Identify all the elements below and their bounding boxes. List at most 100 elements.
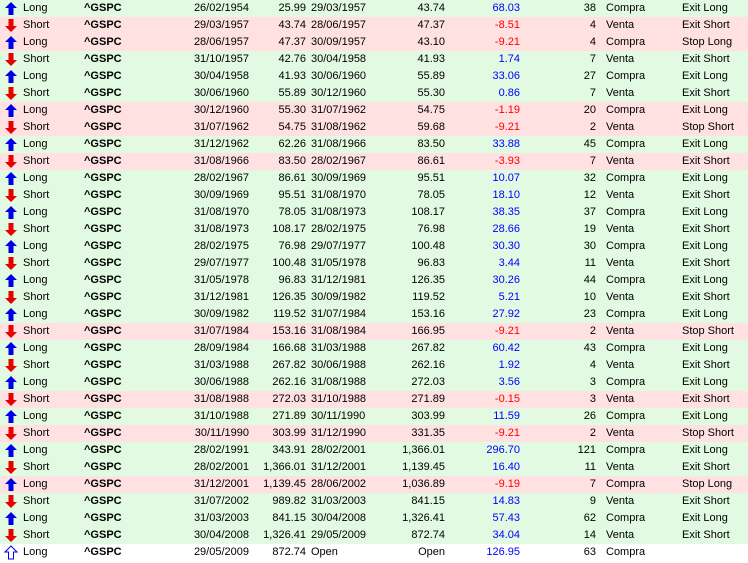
trade-side: Long <box>23 512 48 524</box>
trade-row[interactable]: Long ^GSPC 30/09/1982 119.52 31/07/1984 153.1… <box>0 306 748 323</box>
profit-percent: -9.21 <box>494 427 520 439</box>
profit-percent: 126.95 <box>486 546 520 558</box>
entry-price: 989.82 <box>272 495 306 507</box>
trade-row[interactable]: Long ^GSPC 28/02/1967 86.61 30/09/1969 95.51 1… <box>0 170 748 187</box>
direction-cell <box>0 357 22 374</box>
direction-cell <box>0 136 22 153</box>
entry-price: 25.99 <box>278 2 306 14</box>
trade-row[interactable]: Long ^GSPC 28/02/1975 76.98 29/07/1977 100.48… <box>0 238 748 255</box>
long-arrow-icon <box>5 240 17 253</box>
exit-type: Exit Long <box>682 444 728 456</box>
profit-percent: 3.44 <box>498 257 520 269</box>
exit-date: 31/10/1988 <box>311 393 367 405</box>
bars-held: 121 <box>577 444 596 456</box>
trade-row[interactable]: Short ^GSPC 31/07/1984 153.16 31/08/1984 166.… <box>0 323 748 340</box>
bars-held: 11 <box>584 461 596 473</box>
trade-row[interactable]: Short ^GSPC 29/03/1957 43.74 28/06/1957 47.37… <box>0 17 748 34</box>
trade-row[interactable]: Long ^GSPC 26/02/1954 25.99 29/03/1957 43.74 6… <box>0 0 748 17</box>
direction-cell <box>0 476 22 493</box>
profit-percent: -9.19 <box>494 478 520 490</box>
exit-price: 47.37 <box>417 19 445 31</box>
entry-action: Venta <box>606 121 635 133</box>
trade-row[interactable]: Long ^GSPC 31/05/1978 96.83 31/12/1981 126.35… <box>0 272 748 289</box>
trade-row[interactable]: Short ^GSPC 30/06/1960 55.89 30/12/1960 55.30… <box>0 85 748 102</box>
trade-row[interactable]: Long ^GSPC 31/12/1962 62.26 31/08/1966 83.50 3… <box>0 136 748 153</box>
trade-row[interactable]: Long ^GSPC 28/02/1991 343.91 28/02/2001 1,366… <box>0 442 748 459</box>
bars-held: 4 <box>589 19 596 31</box>
direction-cell <box>0 408 22 425</box>
trade-row[interactable]: Long ^GSPC 30/12/1960 55.30 31/07/1962 54.75 -… <box>0 102 748 119</box>
trade-row[interactable]: Short ^GSPC 30/11/1990 303.99 31/12/1990 331.… <box>0 425 748 442</box>
direction-cell <box>0 238 22 255</box>
trade-row[interactable]: Short ^GSPC 31/10/1957 42.76 30/04/1958 41.93… <box>0 51 748 68</box>
trade-row[interactable]: Short ^GSPC 31/03/1988 267.82 30/06/1988 262.… <box>0 357 748 374</box>
short-arrow-icon <box>5 495 17 508</box>
exit-date: 30/06/1988 <box>311 359 367 371</box>
trade-row[interactable]: Long ^GSPC 28/09/1984 166.68 31/03/1988 267.8… <box>0 340 748 357</box>
entry-price: 78.05 <box>278 206 306 218</box>
long-arrow-icon <box>5 342 17 355</box>
trade-row[interactable]: Long ^GSPC 31/03/2003 841.15 30/04/2008 1,326… <box>0 510 748 527</box>
trade-row[interactable]: Long ^GSPC 30/06/1988 262.16 31/08/1988 272.0… <box>0 374 748 391</box>
exit-price: 86.61 <box>417 155 445 167</box>
exit-date: 31/08/1973 <box>311 206 367 218</box>
trade-row[interactable]: Short ^GSPC 31/08/1988 272.03 31/10/1988 271.… <box>0 391 748 408</box>
entry-action: Compra <box>606 308 646 320</box>
entry-action: Compra <box>606 2 646 14</box>
bars-held: 23 <box>583 308 596 320</box>
trade-row[interactable]: Short ^GSPC 31/12/1981 126.35 30/09/1982 119.… <box>0 289 748 306</box>
trade-side: Long <box>23 546 48 558</box>
bars-held: 2 <box>589 325 596 337</box>
trade-row[interactable]: Short ^GSPC 29/07/1977 100.48 31/05/1978 96.8… <box>0 255 748 272</box>
trade-row[interactable]: Short ^GSPC 31/07/1962 54.75 31/08/1962 59.68… <box>0 119 748 136</box>
entry-date: 29/07/1977 <box>193 257 249 269</box>
trade-side: Long <box>23 274 48 286</box>
entry-date: 31/12/1962 <box>193 138 249 150</box>
exit-date: 30/09/1982 <box>311 291 367 303</box>
bars-held: 2 <box>589 121 596 133</box>
direction-cell <box>0 544 22 561</box>
direction-cell <box>0 119 22 136</box>
entry-date: 31/07/1962 <box>193 121 249 133</box>
entry-action: Venta <box>606 87 635 99</box>
trade-row[interactable]: Long ^GSPC 31/10/1988 271.89 30/11/1990 303.9… <box>0 408 748 425</box>
bars-held: 19 <box>583 223 596 235</box>
trade-symbol: ^GSPC <box>84 53 122 65</box>
trade-row[interactable]: Long ^GSPC 28/06/1957 47.37 30/09/1957 43.10 -… <box>0 34 748 51</box>
trade-row[interactable]: Short ^GSPC 28/02/2001 1,366.01 31/12/2001 1,… <box>0 459 748 476</box>
profit-percent: 3.56 <box>498 376 520 388</box>
entry-price: 86.61 <box>278 172 306 184</box>
profit-percent: 10.07 <box>492 172 520 184</box>
trade-row[interactable]: Long ^GSPC 31/08/1970 78.05 31/08/1973 108.17… <box>0 204 748 221</box>
trade-symbol: ^GSPC <box>84 359 122 371</box>
exit-date: 28/06/2002 <box>311 478 367 490</box>
trade-row[interactable]: Long ^GSPC 31/12/2001 1,139.45 28/06/2002 1,0… <box>0 476 748 493</box>
short-arrow-icon <box>5 87 17 100</box>
trade-row[interactable]: Short ^GSPC 31/08/1973 108.17 28/02/1975 76.9… <box>0 221 748 238</box>
long-arrow-icon <box>5 138 17 151</box>
profit-percent: -1.19 <box>494 104 520 116</box>
short-arrow-icon <box>5 427 17 440</box>
exit-type: Exit Short <box>682 393 730 405</box>
trade-side: Long <box>23 410 48 422</box>
bars-held: 30 <box>583 240 596 252</box>
exit-date: 31/03/2003 <box>311 495 367 507</box>
trade-row[interactable]: Long ^GSPC 30/04/1958 41.93 30/06/1960 55.89 3… <box>0 68 748 85</box>
profit-percent: 27.92 <box>492 308 520 320</box>
entry-date: 30/06/1960 <box>193 87 249 99</box>
exit-price: 59.68 <box>417 121 445 133</box>
long-arrow-icon <box>5 70 17 83</box>
entry-price: 1,326.41 <box>263 529 306 541</box>
trade-row[interactable]: Short ^GSPC 31/07/2002 989.82 31/03/2003 841.… <box>0 493 748 510</box>
trade-row[interactable]: Short ^GSPC 30/09/1969 95.51 31/08/1970 78.05… <box>0 187 748 204</box>
trade-symbol: ^GSPC <box>84 529 122 541</box>
trade-row[interactable]: Short ^GSPC 31/08/1966 83.50 28/02/1967 86.61… <box>0 153 748 170</box>
entry-date: 31/03/2003 <box>193 512 249 524</box>
direction-cell <box>0 187 22 204</box>
trade-row[interactable]: Long ^GSPC 29/05/2009 872.74 Open Open 126.95 6… <box>0 544 748 561</box>
exit-date: Open <box>311 546 338 558</box>
profit-percent: 16.40 <box>492 461 520 473</box>
direction-cell <box>0 391 22 408</box>
trade-row[interactable]: Short ^GSPC 30/04/2008 1,326.41 29/05/2009 87… <box>0 527 748 544</box>
long-arrow-icon <box>5 206 17 219</box>
